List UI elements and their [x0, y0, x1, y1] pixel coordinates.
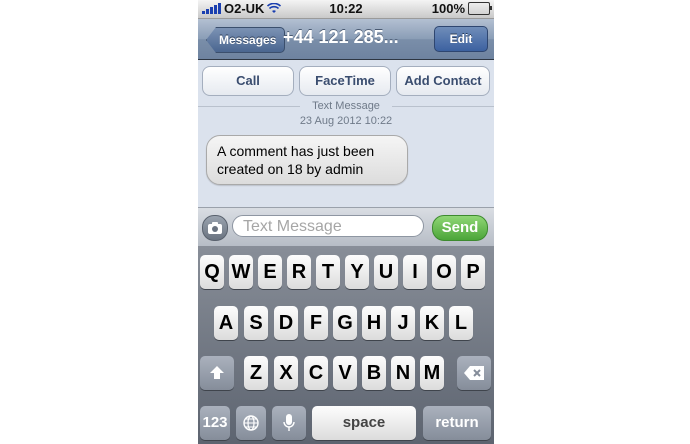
message-type-label: Text Message	[312, 100, 380, 112]
key-m[interactable]: M	[420, 356, 444, 390]
backspace-icon	[464, 366, 484, 380]
key-i[interactable]: I	[403, 255, 427, 289]
shift-icon	[210, 366, 224, 379]
key-z[interactable]: Z	[244, 356, 268, 390]
navigation-bar: Messages +44 121 285... Edit	[198, 19, 494, 60]
microphone-icon	[283, 414, 295, 431]
edit-button[interactable]: Edit	[434, 26, 488, 52]
numbers-key[interactable]: 123	[200, 406, 230, 440]
key-f[interactable]: F	[304, 306, 328, 340]
conversation-title: +44 121 285...	[283, 27, 399, 47]
status-bar: O2-UK 10:22 100%	[198, 0, 494, 19]
key-p[interactable]: P	[461, 255, 485, 289]
send-button[interactable]: Send	[432, 215, 488, 241]
key-s[interactable]: S	[244, 306, 268, 340]
key-d[interactable]: D	[274, 306, 298, 340]
dictation-key[interactable]	[272, 406, 306, 440]
call-button[interactable]: Call	[202, 66, 294, 96]
phone-screen: O2-UK 10:22 100% Messages +44 121 285...…	[198, 0, 494, 444]
key-r[interactable]: R	[287, 255, 311, 289]
key-v[interactable]: V	[333, 356, 357, 390]
battery-percent: 100%	[431, 1, 465, 16]
add-contact-button[interactable]: Add Contact	[396, 66, 490, 96]
key-h[interactable]: H	[362, 306, 386, 340]
keyboard: Q W E R T Y U I O P A S D F G H J K L Z …	[198, 246, 494, 444]
backspace-key[interactable]	[457, 356, 491, 390]
key-u[interactable]: U	[374, 255, 398, 289]
key-a[interactable]: A	[214, 306, 238, 340]
key-g[interactable]: G	[333, 306, 357, 340]
camera-icon	[208, 222, 222, 234]
globe-key[interactable]	[236, 406, 266, 440]
key-j[interactable]: J	[391, 306, 415, 340]
message-input[interactable]: Text Message	[232, 215, 424, 237]
shift-key[interactable]	[200, 356, 234, 390]
message-timestamp: 23 Aug 2012 10:22	[299, 115, 393, 127]
key-o[interactable]: O	[432, 255, 456, 289]
battery-icon	[468, 2, 492, 15]
key-e[interactable]: E	[258, 255, 282, 289]
compose-bar: Text Message Send	[198, 207, 494, 246]
key-q[interactable]: Q	[200, 255, 224, 289]
facetime-button[interactable]: FaceTime	[299, 66, 391, 96]
key-c[interactable]: C	[304, 356, 328, 390]
back-button[interactable]: Messages	[206, 27, 286, 53]
key-l[interactable]: L	[449, 306, 473, 340]
contact-actions: Call FaceTime Add Contact	[202, 66, 490, 96]
key-x[interactable]: X	[274, 356, 298, 390]
globe-icon	[243, 415, 259, 431]
message-bubble: A comment has just been created on 18 by…	[206, 135, 408, 185]
key-k[interactable]: K	[420, 306, 444, 340]
key-y[interactable]: Y	[345, 255, 369, 289]
key-b[interactable]: B	[362, 356, 386, 390]
return-key[interactable]: return	[423, 406, 491, 440]
camera-button[interactable]	[202, 215, 228, 241]
space-key[interactable]: space	[312, 406, 416, 440]
key-n[interactable]: N	[391, 356, 415, 390]
key-t[interactable]: T	[316, 255, 340, 289]
key-w[interactable]: W	[229, 255, 253, 289]
